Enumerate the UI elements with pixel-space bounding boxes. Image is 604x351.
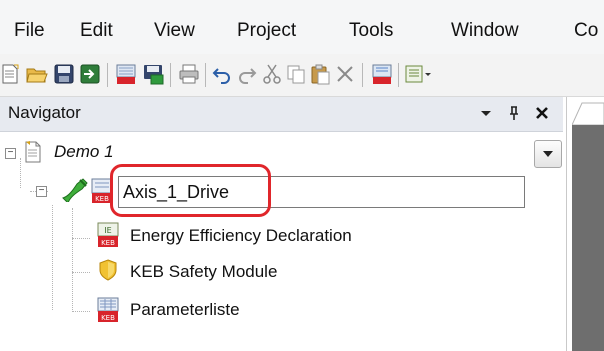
navigator-title: Navigator [8, 103, 81, 122]
cut-icon[interactable] [261, 63, 283, 85]
keb-document-icon: IE KEB [97, 222, 119, 247]
navigator-header: Navigator [0, 97, 563, 132]
copy-icon[interactable] [285, 63, 307, 85]
svg-text:IE: IE [104, 226, 111, 235]
delete-icon[interactable] [334, 63, 356, 85]
keb-save-icon[interactable] [142, 63, 164, 85]
editor-tab[interactable] [572, 100, 604, 125]
tree-item-parameterliste[interactable]: Parameterliste [130, 300, 240, 320]
pin-icon[interactable] [506, 105, 522, 121]
toolbar-separator [398, 63, 399, 87]
toolbar-separator [362, 63, 363, 87]
tree-line [72, 208, 73, 312]
keb-dropdown-icon[interactable] [404, 63, 434, 85]
toolbar [0, 54, 604, 97]
svg-text:KEB: KEB [101, 239, 115, 247]
project-node-label[interactable]: Demo 1 [54, 142, 114, 162]
keb-device-icon: KEB [91, 178, 113, 203]
keb-tool-icon[interactable] [371, 63, 393, 85]
tree-line [72, 272, 90, 273]
shield-icon [99, 259, 117, 281]
svg-text:KEB: KEB [101, 314, 115, 322]
rename-field[interactable] [118, 176, 525, 208]
menu-window[interactable]: Window [451, 20, 519, 42]
tree-line [72, 311, 90, 312]
print-icon[interactable] [178, 63, 200, 85]
paste-icon[interactable] [309, 63, 331, 85]
connection-plug-icon [62, 178, 88, 202]
menu-bar: File Edit View Project Tools Window Co [0, 0, 604, 54]
tree-line [20, 158, 21, 188]
import-icon[interactable] [79, 63, 101, 85]
editor-background [572, 125, 604, 351]
collapse-toggle[interactable]: − [36, 186, 47, 197]
menu-overflow[interactable]: Co [574, 20, 598, 42]
menu-project[interactable]: Project [237, 20, 296, 42]
redo-icon[interactable] [236, 63, 258, 85]
menu-tools[interactable]: Tools [349, 20, 393, 42]
keb-book-icon[interactable] [115, 63, 137, 85]
menu-edit[interactable]: Edit [80, 20, 113, 42]
toolbar-separator [107, 63, 108, 87]
tree-item-keb-safety-module[interactable]: KEB Safety Module [130, 262, 277, 282]
tree-line [52, 205, 53, 310]
tree-line [72, 238, 90, 239]
save-icon[interactable] [53, 63, 75, 85]
menu-view[interactable]: View [154, 20, 195, 42]
menu-file[interactable]: File [14, 20, 45, 42]
chevron-down-icon[interactable] [478, 105, 494, 121]
collapse-toggle[interactable]: − [5, 148, 16, 159]
undo-icon[interactable] [211, 63, 233, 85]
svg-text:KEB: KEB [95, 195, 109, 203]
toolbar-separator [205, 63, 206, 87]
toolbar-separator [170, 63, 171, 87]
new-project-icon[interactable] [0, 63, 22, 85]
parameter-list-icon: KEB [97, 297, 119, 322]
chevron-down-icon [543, 151, 553, 157]
device-name-input[interactable] [123, 177, 519, 207]
close-icon[interactable] [534, 105, 550, 121]
tree-dropdown-button[interactable] [534, 140, 562, 168]
project-document-icon [25, 141, 41, 163]
open-icon[interactable] [26, 63, 48, 85]
tree-item-energy-efficiency[interactable]: Energy Efficiency Declaration [130, 226, 352, 246]
